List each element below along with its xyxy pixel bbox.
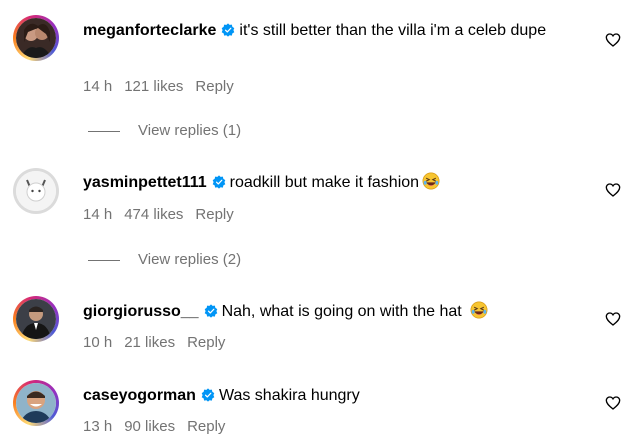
comment-meta: 14 h 474 likes Reply: [83, 206, 246, 223]
heart-outline-icon[interactable]: [605, 311, 621, 327]
verified-badge-icon: [212, 175, 225, 189]
view-replies-label: View replies (1): [138, 122, 242, 139]
timestamp[interactable]: 14 h: [83, 206, 112, 223]
view-replies-button[interactable]: View replies (2): [88, 251, 241, 268]
username-link[interactable]: meganforteclarke: [83, 22, 216, 39]
laughing-face-emoji: [422, 172, 440, 190]
like-count[interactable]: 90 likes: [124, 418, 175, 435]
divider-line: [88, 259, 120, 261]
comment-meta: 14 h 121 likes Reply: [83, 78, 246, 95]
comment-text: it's still better than the villa i'm a c…: [239, 22, 547, 39]
avatar[interactable]: [13, 380, 59, 426]
heart-outline-icon[interactable]: [605, 395, 621, 411]
laughing-face-emoji: [470, 301, 488, 319]
heart-outline-icon[interactable]: [605, 32, 621, 48]
verified-badge-icon: [204, 304, 217, 318]
view-replies-button[interactable]: View replies (1): [88, 122, 241, 139]
comment-body: caseyogorman Was shakira hungry: [83, 385, 553, 407]
reply-button[interactable]: Reply: [187, 418, 225, 435]
verified-badge-icon: [201, 388, 215, 402]
divider-line: [88, 130, 120, 132]
like-count[interactable]: 21 likes: [124, 334, 175, 351]
like-count[interactable]: 474 likes: [124, 206, 183, 223]
comment-body: meganforteclarke it's still better than t…: [83, 20, 553, 42]
like-count[interactable]: 121 likes: [124, 78, 183, 95]
comment-body: yasminpettet111 roadkill but make it fash…: [83, 172, 553, 194]
username-link[interactable]: caseyogorman: [83, 387, 196, 404]
avatar[interactable]: [13, 15, 59, 61]
reply-button[interactable]: Reply: [195, 78, 233, 95]
username-link[interactable]: giorgiorusso__: [83, 303, 199, 320]
comment-body: giorgiorusso__ Nah, what is going on with…: [83, 301, 553, 323]
comment-text: roadkill but make it fashion: [229, 174, 420, 191]
timestamp[interactable]: 14 h: [83, 78, 112, 95]
timestamp[interactable]: 10 h: [83, 334, 112, 351]
comment-meta: 13 h 90 likes Reply: [83, 418, 237, 435]
heart-outline-icon[interactable]: [605, 182, 621, 198]
verified-badge-icon: [222, 23, 235, 37]
comment-text: Nah, what is going on with the hat: [221, 303, 462, 320]
reply-button[interactable]: Reply: [195, 206, 233, 223]
view-replies-label: View replies (2): [138, 251, 242, 268]
comment-text: Was shakira hungry: [218, 387, 360, 404]
username-link[interactable]: yasminpettet111: [83, 174, 207, 191]
timestamp[interactable]: 13 h: [83, 418, 112, 435]
avatar[interactable]: [13, 168, 59, 214]
comment-meta: 10 h 21 likes Reply: [83, 334, 237, 351]
reply-button[interactable]: Reply: [187, 334, 225, 351]
avatar[interactable]: [13, 296, 59, 342]
